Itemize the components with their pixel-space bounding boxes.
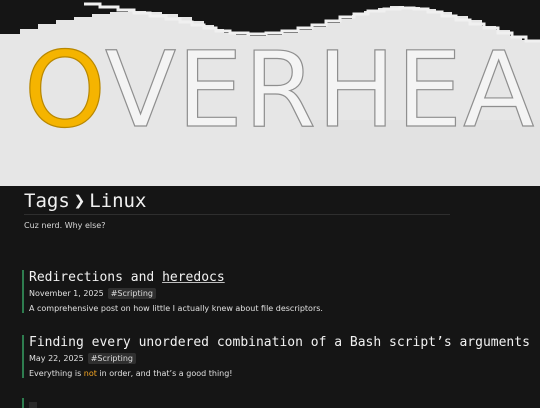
post-title-text: Redirections and <box>29 270 163 285</box>
breadcrumb-current: Linux <box>89 190 147 212</box>
post-card: Finding every unordered combination of a… <box>22 335 530 378</box>
summary-highlight: not <box>83 369 97 378</box>
site-logo[interactable]: OVERHEAD <box>23 37 540 142</box>
title-divider <box>24 214 450 215</box>
post-tag-badge[interactable]: #Scripting <box>87 353 136 364</box>
post-summary: Everything is not in order, and that’s a… <box>29 369 522 378</box>
breadcrumb-root-link[interactable]: Tags <box>24 190 70 212</box>
post-title-link[interactable]: Finding every unordered combination of a… <box>29 335 530 350</box>
post-meta: November 1, 2025 #Scripting <box>29 288 522 299</box>
post-summary: A comprehensive post on how little I act… <box>29 304 323 313</box>
tag-description: Cuz nerd. Why else? <box>24 221 106 230</box>
summary-text-before: Everything is <box>29 369 84 378</box>
main-content: Tags ❯ Linux Cuz nerd. Why else? Redirecti… <box>0 186 540 408</box>
post-title-link-partial[interactable] <box>29 402 37 408</box>
post-card: Redirections and heredocs November 1, 20… <box>22 270 522 313</box>
post-tag-badge[interactable]: #Scripting <box>107 288 156 299</box>
post-title-link[interactable]: Redirections and heredocs <box>29 270 522 285</box>
site-banner: OVERHEAD <box>0 0 540 186</box>
post-meta: May 22, 2025 #Scripting <box>29 353 522 364</box>
breadcrumb-separator-icon: ❯ <box>73 190 86 212</box>
logo-accent-letter: O <box>23 29 106 151</box>
post-card-partial <box>22 398 522 408</box>
post-date: November 1, 2025 <box>29 289 104 298</box>
logo-wordmark: VERHEAD <box>104 29 540 151</box>
summary-text-after: in order, and that’s a good thing! <box>96 369 233 378</box>
breadcrumb: Tags ❯ Linux <box>24 190 146 212</box>
post-title-underlined: heredocs <box>162 270 225 285</box>
post-date: May 22, 2025 <box>29 354 84 363</box>
